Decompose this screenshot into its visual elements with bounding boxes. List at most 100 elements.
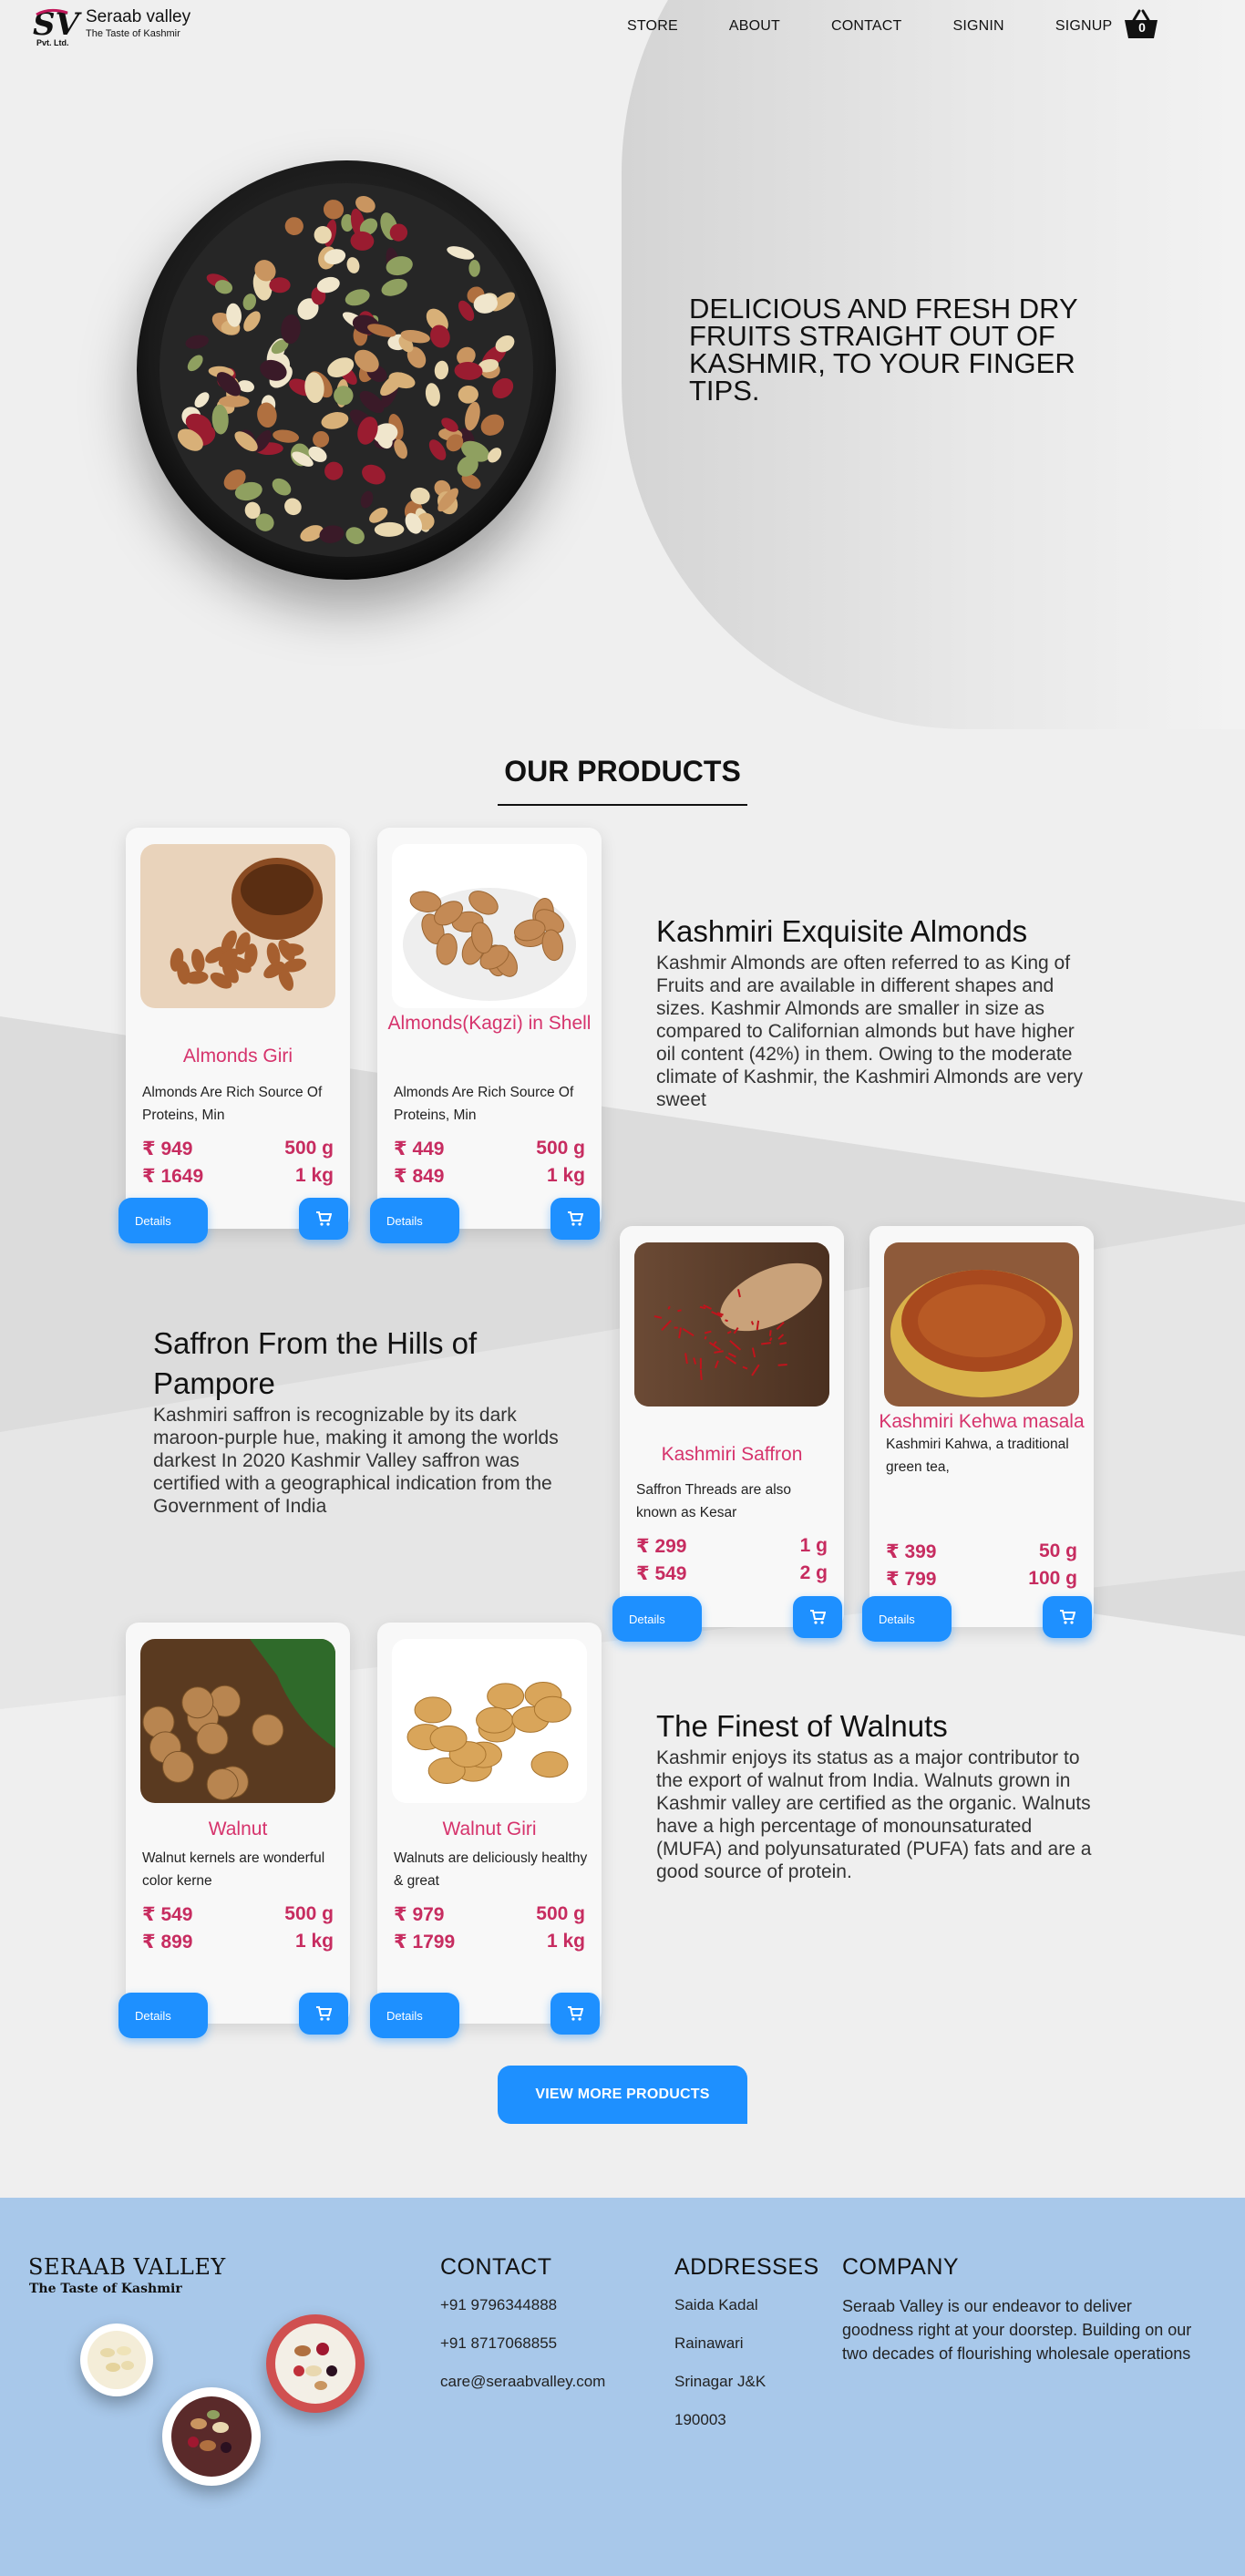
product-card[interactable]: Almonds Giri Almonds Are Rich Source Of … (118, 828, 350, 1243)
cart-icon (568, 2006, 583, 2021)
footer-brand-tagline: The Taste of Kashmir (29, 2282, 182, 2296)
quantity: 1 kg (546, 1931, 585, 1952)
section-title: OUR PRODUCTS (504, 755, 741, 788)
brand-name: Seraab valley (86, 7, 191, 26)
product-card[interactable]: Kashmiri Saffron Saffron Threads are als… (612, 1226, 844, 1642)
price-row: ₹ 849 1 kg (394, 1165, 585, 1188)
price: ₹ 949 (142, 1139, 193, 1159)
quantity: 2 g (799, 1562, 828, 1583)
quantity: 500 g (284, 1138, 334, 1159)
add-to-cart-button[interactable] (793, 1596, 842, 1638)
product-description: Almonds Are Rich Source Of Proteins, Min (394, 1085, 574, 1123)
price: ₹ 899 (142, 1932, 193, 1953)
nav-links: STORE ABOUT CONTACT SIGNIN SIGNUP (627, 18, 1163, 35)
product-card[interactable]: Walnut Giri Walnuts are deliciously heal… (370, 1623, 602, 2038)
feature-almonds: Kashmiri Exquisite Almonds Kashmir Almon… (656, 912, 1094, 1111)
details-button[interactable]: Details (370, 1198, 459, 1243)
quantity: 500 g (284, 1903, 334, 1924)
view-more-products-button[interactable]: VIEW MORE PRODUCTS (498, 2066, 747, 2124)
quantity: 1 g (799, 1535, 828, 1556)
price-row: ₹ 449 500 g (394, 1138, 585, 1160)
cart-icon (810, 1610, 826, 1624)
brand-logo-mark: SV Pvt. Ltd. (31, 5, 84, 47)
nav-store-link[interactable]: STORE (627, 18, 678, 35)
product-name[interactable]: Almonds Giri (135, 1043, 341, 1070)
feature-walnuts: The Finest of Walnuts Kashmir enjoys its… (656, 1706, 1103, 1883)
cashew-bowl-image (80, 2324, 153, 2396)
nav-contact-link[interactable]: CONTACT (831, 18, 902, 35)
details-button[interactable]: Details (118, 1198, 208, 1243)
footer-phone-1[interactable]: +91 9796344888 (440, 2296, 557, 2314)
brand-logo[interactable]: SV Pvt. Ltd. Seraab valley The Taste of … (31, 5, 190, 47)
price: ₹ 399 (886, 1541, 937, 1562)
quantity: 1 kg (546, 1165, 585, 1186)
feature-title: Saffron From the Hills of Pampore (153, 1326, 478, 1400)
feature-text: Kashmir enjoys its status as a major con… (656, 1747, 1092, 1882)
footer: SERAAB VALLEY The Taste of Kashmir CONTA… (0, 2198, 1245, 2576)
product-description: Walnut kernels are wonderful color kerne (142, 1850, 325, 1889)
price-row: ₹ 399 50 g (886, 1540, 1077, 1563)
product-name[interactable]: Kashmiri Kehwa masala (879, 1408, 1085, 1436)
product-image[interactable] (884, 1242, 1079, 1406)
details-button[interactable]: Details (862, 1596, 952, 1642)
add-to-cart-button[interactable] (299, 1993, 348, 2035)
feature-text: Kashmir Almonds are often referred to as… (656, 953, 1084, 1110)
price: ₹ 299 (636, 1536, 687, 1557)
product-card[interactable]: Almonds(Kagzi) in Shell Almonds Are Rich… (370, 828, 602, 1243)
price: ₹ 549 (636, 1563, 687, 1584)
details-button[interactable]: Details (370, 1993, 459, 2038)
price: ₹ 1799 (394, 1932, 456, 1953)
footer-phone-2[interactable]: +91 8717068855 (440, 2334, 557, 2353)
brand-tagline: The Taste of Kashmir (86, 28, 180, 39)
nav-signin-link[interactable]: SIGNIN (953, 18, 1004, 35)
details-button[interactable]: Details (612, 1596, 702, 1642)
price: ₹ 449 (394, 1139, 445, 1159)
footer-email[interactable]: care@seraabvalley.com (440, 2373, 605, 2391)
price-row: ₹ 1799 1 kg (394, 1931, 585, 1953)
price-row: ₹ 1649 1 kg (142, 1165, 334, 1188)
product-name[interactable]: Kashmiri Saffron (629, 1441, 835, 1468)
nav-about-link[interactable]: ABOUT (729, 18, 780, 35)
product-image[interactable] (634, 1242, 829, 1406)
add-to-cart-button[interactable] (299, 1198, 348, 1240)
footer-address-line: Srinagar J&K (674, 2373, 767, 2390)
section-title-underline (498, 804, 747, 806)
cart-icon (1060, 1610, 1075, 1624)
product-image[interactable] (140, 1639, 335, 1803)
quantity: 500 g (536, 1903, 585, 1924)
price-row: ₹ 949 500 g (142, 1138, 334, 1160)
add-to-cart-button[interactable] (1043, 1596, 1092, 1638)
price-row: ₹ 979 500 g (394, 1903, 585, 1926)
quantity: 1 kg (294, 1165, 334, 1186)
details-button[interactable]: Details (118, 1993, 208, 2038)
hero-title: DELICIOUS AND FRESH DRY FRUITS STRAIGHT … (689, 293, 1078, 407)
price-row: ₹ 549 2 g (636, 1562, 828, 1585)
price-row: ₹ 549 500 g (142, 1903, 334, 1926)
nav-signup-link[interactable]: SIGNUP (1055, 18, 1113, 35)
quantity: 500 g (536, 1138, 585, 1159)
product-image[interactable] (140, 844, 335, 1008)
add-to-cart-button[interactable] (550, 1993, 600, 2035)
footer-company-heading: COMPANY (842, 2254, 960, 2280)
product-image[interactable] (392, 1639, 587, 1803)
product-description: Almonds Are Rich Source Of Proteins, Min (142, 1085, 323, 1123)
product-description: Walnuts are deliciously healthy & great (394, 1850, 588, 1889)
cart-icon (316, 1211, 332, 1226)
price-row: ₹ 899 1 kg (142, 1931, 334, 1953)
quantity: 50 g (1038, 1540, 1077, 1561)
product-card[interactable]: Walnut Walnut kernels are wonderful colo… (118, 1623, 350, 2038)
cart-button[interactable]: 0 (1123, 9, 1159, 40)
price: ₹ 549 (142, 1904, 193, 1925)
product-image[interactable] (392, 844, 587, 1008)
svg-text:Pvt. Ltd.: Pvt. Ltd. (36, 38, 69, 47)
top-navigation: SV Pvt. Ltd. Seraab valley The Taste of … (0, 0, 1245, 55)
product-name[interactable]: Almonds(Kagzi) in Shell (386, 1010, 592, 1037)
price-row: ₹ 799 100 g (886, 1568, 1077, 1591)
product-card[interactable]: Kashmiri Kehwa masala Kashmiri Kahwa, a … (862, 1226, 1094, 1642)
product-name[interactable]: Walnut (135, 1816, 341, 1843)
cart-count: 0 (1138, 20, 1146, 35)
add-to-cart-button[interactable] (550, 1198, 600, 1240)
feature-saffron: Saffron From the Hills of Pampore Kashmi… (153, 1324, 563, 1518)
product-name[interactable]: Walnut Giri (386, 1816, 592, 1843)
footer-address-line: Rainawari (674, 2334, 744, 2352)
